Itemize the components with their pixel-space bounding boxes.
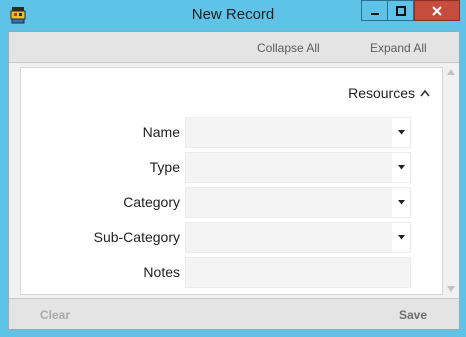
- footer-bar: Clear Save: [9, 298, 459, 329]
- category-dropdown[interactable]: [185, 187, 411, 218]
- title-bar[interactable]: New Record: [0, 0, 466, 31]
- type-dropdown-toggle[interactable]: [392, 153, 410, 182]
- scroll-down-icon[interactable]: [447, 286, 455, 292]
- form-scroll-area[interactable]: Resources Name Type Category Sub-Categor…: [9, 63, 459, 298]
- maximize-icon: [395, 5, 406, 16]
- toolbar: Collapse All Expand All: [9, 32, 459, 63]
- resources-section-toggle[interactable]: Resources: [348, 85, 430, 101]
- sub-category-dropdown-toggle[interactable]: [392, 223, 410, 252]
- category-label: Category: [123, 194, 180, 210]
- chevron-up-icon: [420, 89, 430, 97]
- sub-category-label: Sub-Category: [93, 229, 180, 245]
- collapse-all-button[interactable]: Collapse All: [257, 41, 320, 55]
- name-dropdown[interactable]: [185, 117, 411, 148]
- new-record-window: New Record Collapse All Expand All Resou…: [0, 0, 466, 337]
- minimize-icon: [370, 12, 379, 15]
- save-button[interactable]: Save: [399, 308, 427, 322]
- minimize-button[interactable]: [361, 0, 388, 21]
- category-dropdown-toggle[interactable]: [392, 188, 410, 217]
- caret-down-icon: [397, 200, 405, 205]
- close-button[interactable]: [414, 0, 460, 21]
- close-icon: [432, 5, 442, 16]
- name-label: Name: [142, 124, 180, 140]
- type-dropdown[interactable]: [185, 152, 411, 183]
- caret-down-icon: [397, 235, 405, 240]
- caret-down-icon: [397, 165, 405, 170]
- clear-button[interactable]: Clear: [40, 308, 70, 322]
- scroll-up-icon[interactable]: [447, 69, 455, 75]
- name-dropdown-toggle[interactable]: [392, 118, 410, 147]
- caret-down-icon: [397, 130, 405, 135]
- type-label: Type: [149, 159, 180, 175]
- vertical-scrollbar[interactable]: [443, 63, 459, 298]
- maximize-button[interactable]: [387, 0, 414, 21]
- section-title: Resources: [348, 85, 415, 101]
- notes-field[interactable]: [185, 257, 411, 288]
- notes-label: Notes: [143, 264, 180, 280]
- resources-panel: Resources Name Type Category Sub-Categor…: [20, 67, 443, 295]
- expand-all-button[interactable]: Expand All: [370, 41, 427, 55]
- record-form: Collapse All Expand All Resources Name T…: [8, 31, 460, 330]
- sub-category-dropdown[interactable]: [185, 222, 411, 253]
